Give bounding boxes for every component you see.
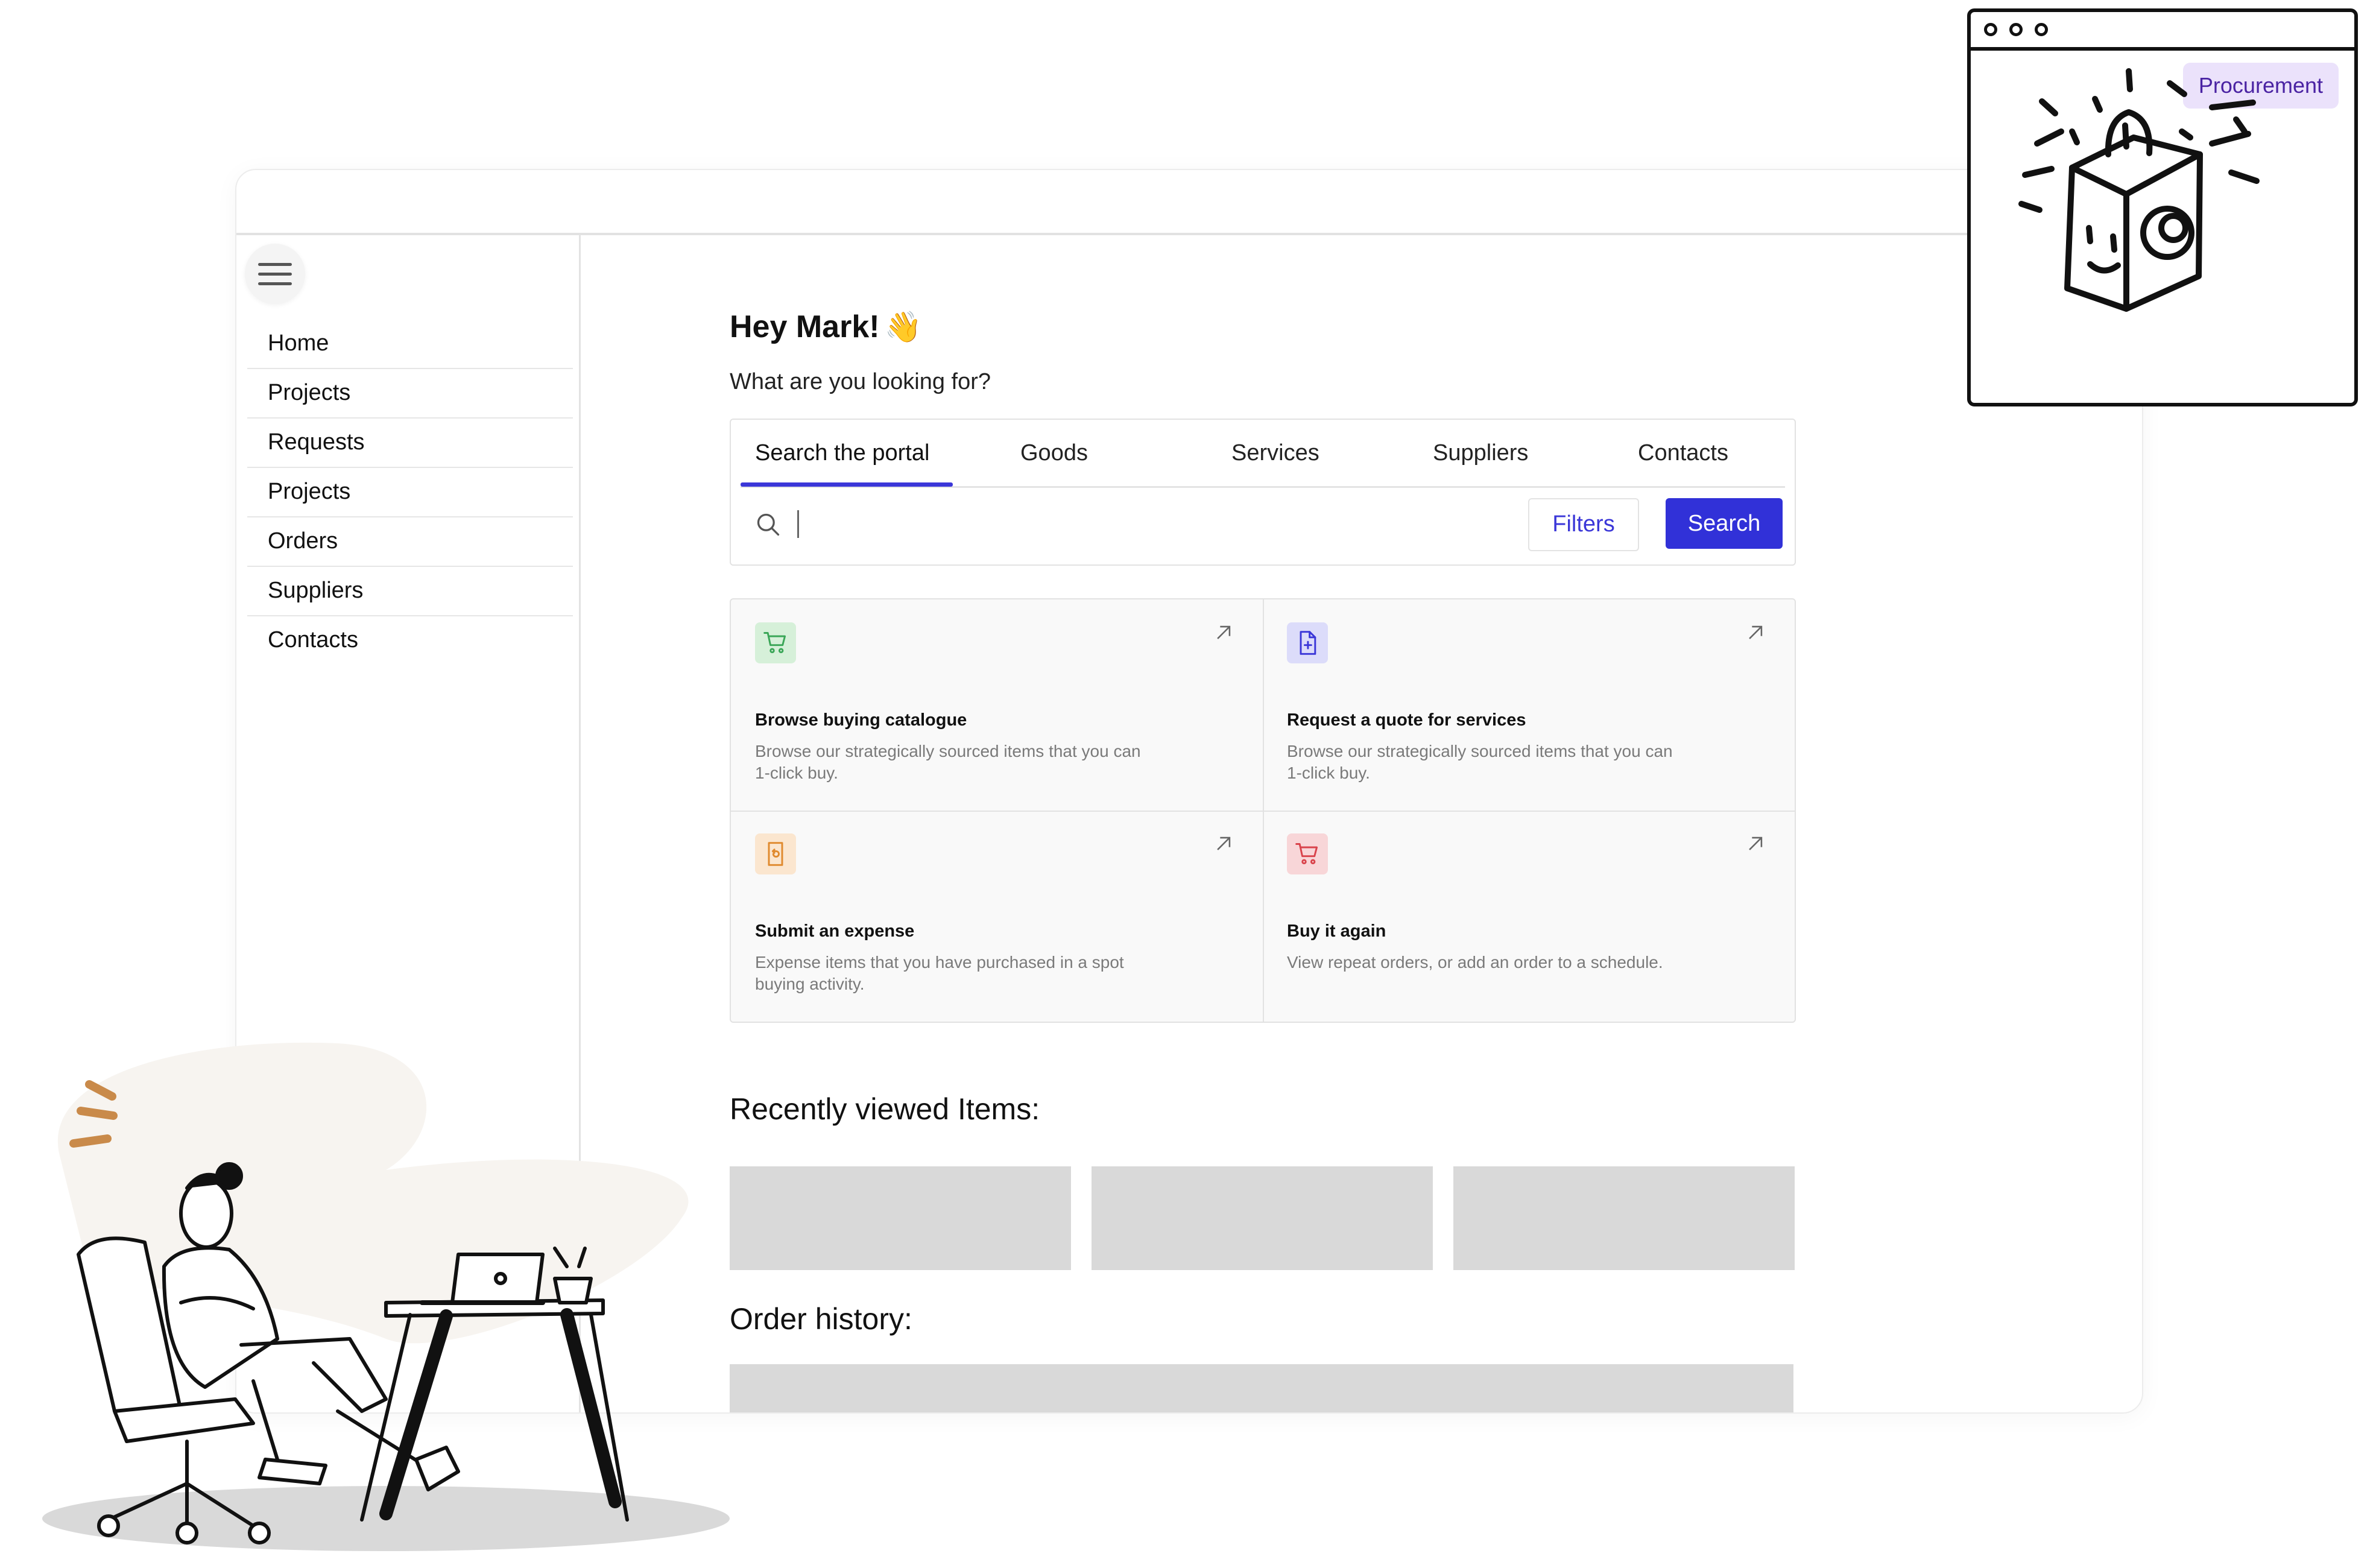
search-panel: Search the portal Goods Services Supplie…	[730, 419, 1796, 566]
card-description: Browse our strategically sourced items t…	[1287, 742, 1673, 782]
card-title: Request a quote for services	[1287, 710, 1526, 730]
main-content: Hey Mark! 👋 What are you looking for? Sea…	[579, 235, 2142, 1412]
sidebar-item-suppliers[interactable]: Suppliers	[247, 567, 573, 616]
cart-icon	[755, 622, 796, 663]
window-titlebar	[1971, 12, 2354, 51]
sidebar-item-home[interactable]: Home	[247, 320, 573, 369]
sidebar-item-projects[interactable]: Projects	[247, 369, 573, 419]
card-title: Submit an expense	[755, 922, 915, 941]
top-bar	[236, 170, 2142, 235]
order-history-placeholder[interactable]	[730, 1364, 1793, 1412]
arrow-up-right-icon	[1749, 836, 1763, 850]
search-icon	[757, 513, 780, 536]
document-plus-icon	[1287, 622, 1328, 663]
page-title: Hey Mark! 👋	[730, 309, 922, 345]
search-prompt: What are you looking for?	[730, 369, 991, 394]
sidebar-item-orders[interactable]: Orders	[247, 517, 573, 567]
card-request-quote[interactable]: Request a quote for services Browse our …	[1263, 599, 1795, 812]
card-browse-catalogue[interactable]: Browse buying catalogue Browse our strat…	[731, 599, 1264, 812]
tab-services[interactable]: Services	[1231, 440, 1319, 466]
card-submit-expense[interactable]: Submit an expense Expense items that you…	[731, 811, 1264, 1022]
recent-item-placeholder[interactable]	[1453, 1166, 1795, 1270]
filters-button[interactable]: Filters	[1528, 498, 1639, 551]
active-tab-indicator	[741, 482, 953, 487]
cart-icon	[1287, 833, 1328, 874]
card-buy-again[interactable]: Buy it again View repeat orders, or add …	[1263, 811, 1795, 1022]
wave-emoji-icon: 👋	[884, 310, 922, 344]
sidebar-item-projects-2[interactable]: Projects	[247, 468, 573, 517]
search-input[interactable]	[797, 504, 1511, 545]
tab-goods[interactable]: Goods	[1020, 440, 1088, 466]
card-description: Expense items that you have purchased in…	[755, 953, 1124, 993]
recently-viewed-heading: Recently viewed Items:	[730, 1092, 1040, 1126]
person-at-desk-illustration	[42, 1042, 730, 1551]
greeting-text: Hey Mark!	[730, 309, 880, 344]
hamburger-menu-icon[interactable]	[245, 244, 305, 304]
arrow-up-right-icon	[1749, 625, 1763, 639]
tab-suppliers[interactable]: Suppliers	[1433, 440, 1528, 466]
search-tabs: Search the portal Goods Services Supplie…	[741, 420, 1785, 488]
arrow-up-right-icon	[1217, 836, 1231, 850]
sidebar-nav: Home Projects Requests Projects Orders S…	[247, 320, 573, 665]
arrow-up-right-icon	[1217, 625, 1231, 639]
card-title: Browse buying catalogue	[755, 710, 967, 730]
robot-box-icon	[2018, 68, 2260, 312]
recent-item-placeholder[interactable]	[1092, 1166, 1433, 1270]
receipt-icon	[755, 833, 796, 874]
card-description: Browse our strategically sourced items t…	[755, 742, 1141, 782]
quick-actions-grid: Browse buying catalogue Browse our strat…	[730, 598, 1796, 1023]
recent-item-placeholder[interactable]	[730, 1166, 1071, 1270]
order-history-heading: Order history:	[730, 1302, 912, 1336]
procurement-window-illustration: Procurement	[1967, 8, 2358, 406]
tab-contacts[interactable]: Contacts	[1638, 440, 1728, 466]
sidebar-item-contacts[interactable]: Contacts	[247, 616, 573, 665]
sidebar-item-requests[interactable]: Requests	[247, 419, 573, 468]
card-description: View repeat orders, or add an order to a…	[1287, 953, 1663, 972]
card-title: Buy it again	[1287, 922, 1386, 941]
tab-search-the-portal[interactable]: Search the portal	[755, 440, 929, 466]
search-button[interactable]: Search	[1666, 498, 1783, 549]
